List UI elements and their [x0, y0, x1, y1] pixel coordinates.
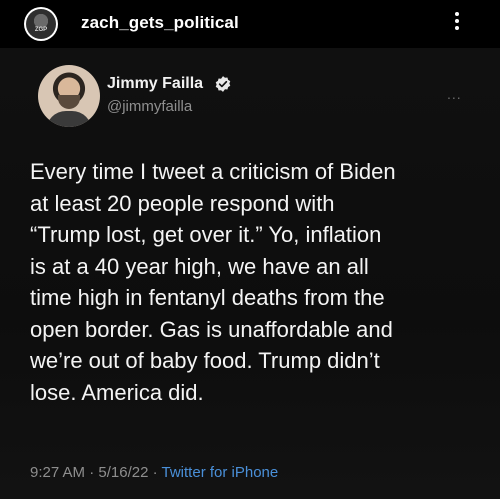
instagram-avatar[interactable]: ZGP	[24, 7, 58, 41]
vertical-dots-icon[interactable]	[452, 12, 462, 36]
tweet-text: Every time I tweet a criticism of Biden …	[30, 156, 490, 408]
tweet-line: time high in fentanyl deaths from the	[30, 285, 385, 310]
meta-separator: ·	[152, 464, 158, 481]
horizontal-dots-icon[interactable]: ...	[447, 86, 462, 102]
tweet-line: is at a 40 year high, we have an all	[30, 253, 369, 279]
instagram-post-header: ZGP zach_gets_political	[0, 0, 500, 48]
tweet-source-link[interactable]: Twitter for iPhone	[162, 464, 279, 481]
avatar-image: ZGP	[26, 9, 56, 39]
tweet-metadata: 9:27 AM · 5/16/22 · Twitter for iPhone	[30, 464, 278, 481]
tweet-author-handle[interactable]: @jimmyfailla	[107, 98, 192, 115]
instagram-username[interactable]: zach_gets_political	[81, 13, 239, 33]
tweet-line: Every time I tweet a criticism of Biden	[30, 159, 396, 184]
tweet-time: 9:27 AM	[30, 464, 86, 481]
avatar-text: ZGP	[34, 27, 48, 33]
tweet-author-avatar[interactable]	[38, 65, 100, 127]
tweet-date: 5/16/22	[98, 464, 149, 481]
verified-badge-icon	[215, 76, 231, 92]
tweet-line: lose. America did.	[30, 379, 204, 405]
tweet-line: open border. Gas is unaffordable and	[30, 316, 393, 342]
tweet-line: “Trump lost, get over it.” Yo, inflation	[30, 222, 382, 247]
tweet-line: we’re out of baby food. Trump didn’t	[30, 348, 380, 373]
meta-separator: ·	[89, 464, 95, 481]
tweet-line: at least 20 people respond with	[30, 190, 335, 216]
tweet-author-name[interactable]: Jimmy Failla	[107, 75, 203, 93]
